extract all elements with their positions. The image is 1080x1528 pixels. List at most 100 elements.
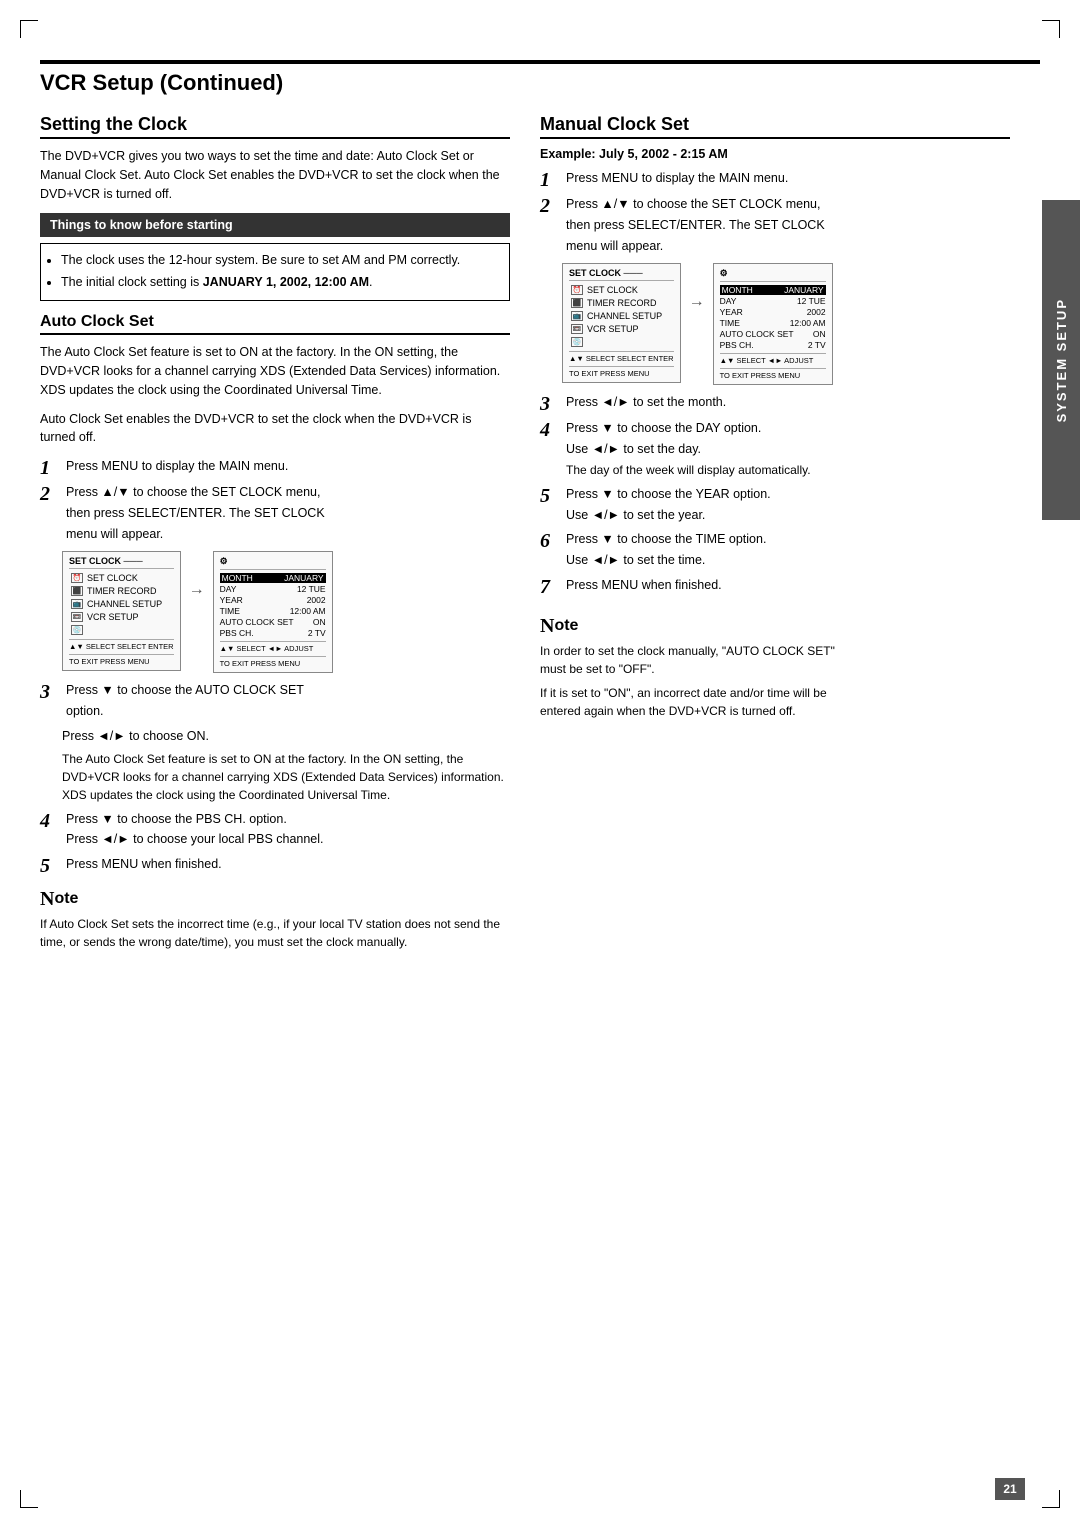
main-header: VCR Setup (Continued) xyxy=(40,60,1040,96)
auto-clock-step2: 2 Press ▲/▼ to choose the SET CLOCK menu… xyxy=(40,483,510,545)
manual-step4-note: The day of the week will display automat… xyxy=(566,461,1010,479)
manual-step4-text: Press ▼ to choose the DAY option. Use ◄/… xyxy=(566,419,1010,481)
step3b: Press ◄/► to choose ON. xyxy=(62,727,510,746)
manual-sf2: TO EXIT PRESS MENU xyxy=(720,371,801,380)
manual-step-num-4: 4 xyxy=(540,419,562,441)
manual-step-num-7: 7 xyxy=(540,576,562,598)
manual-clock-menu-screenshot: SET CLOCK ─── ⏰ SET CLOCK ⬛ TIMER RECORD… xyxy=(562,263,1010,385)
menu-item-4: 💿 xyxy=(69,624,174,636)
menu-label-0: SET CLOCK xyxy=(87,573,138,583)
manual-settings-value-3: 12:00 AM xyxy=(790,318,826,328)
manual-menu-item-0: ⏰ SET CLOCK xyxy=(569,284,674,296)
corner-mark-tr xyxy=(1042,20,1060,38)
menu-label-1: TIMER RECORD xyxy=(87,586,157,596)
auto-clock-step1: 1 Press MENU to display the MAIN menu. xyxy=(40,457,510,479)
menu-label-3: VCR SETUP xyxy=(87,612,139,622)
manual-step5: 5 Press ▼ to choose the YEAR option. Use… xyxy=(540,485,1010,527)
step4-line2: Press ◄/► to choose your local PBS chann… xyxy=(66,830,510,849)
settings-value-0: JANUARY xyxy=(284,573,324,583)
settings-label-5: PBS CH. xyxy=(220,628,254,638)
menu-item-1: ⬛ TIMER RECORD xyxy=(69,585,174,597)
step2-line3: menu will appear. xyxy=(66,525,510,544)
manual-step1: 1 Press MENU to display the MAIN menu. xyxy=(540,169,1010,191)
example-line: Example: July 5, 2002 - 2:15 AM xyxy=(540,147,1010,161)
menu-item-0: ⏰ SET CLOCK xyxy=(69,572,174,584)
manual-step3-text: Press ◄/► to set the month. xyxy=(566,393,1010,414)
settings-row-1: DAY 12 TUE xyxy=(220,584,326,594)
step5-text: Press MENU when finished. xyxy=(66,855,510,876)
corner-mark-br xyxy=(1042,1490,1060,1508)
manual-settings-box: ⚙ MONTH JANUARY DAY 12 TUE YEAR 2002 T xyxy=(713,263,833,385)
manual-step-num-2: 2 xyxy=(540,195,562,217)
manual-step3-line: Press ◄/► to set the month. xyxy=(566,393,1010,412)
menu-footer1: ▲▼ SELECT SELECT ENTER xyxy=(69,642,174,651)
note-title: Note xyxy=(40,887,510,911)
corner-mark-tl xyxy=(20,20,38,38)
manual-menu-icon-dvd: 💿 xyxy=(571,337,583,347)
settings-label-4: AUTO CLOCK SET xyxy=(220,617,294,627)
manual-step2-text: Press ▲/▼ to choose the SET CLOCK menu, … xyxy=(566,195,1010,257)
page-number: 21 xyxy=(995,1478,1025,1500)
step4-line1: Press ▼ to choose the PBS CH. option. xyxy=(66,810,510,829)
manual-step7: 7 Press MENU when finished. xyxy=(540,576,1010,598)
note-label: ote xyxy=(54,887,78,911)
menu-label-2: CHANNEL SETUP xyxy=(87,599,162,609)
manual-menu-label-1: TIMER RECORD xyxy=(587,298,657,308)
manual-step6-line2: Use ◄/► to set the time. xyxy=(566,551,1010,570)
step3-text: Press ▼ to choose the AUTO CLOCK SET opt… xyxy=(66,681,510,723)
auto-clock-menu-screenshot: SET CLOCK ─── ⏰ SET CLOCK ⬛ TIMER RECORD… xyxy=(62,551,510,673)
manual-step7-line: Press MENU when finished. xyxy=(566,576,1010,595)
settings-title: ⚙ xyxy=(220,556,326,570)
manual-sf1: ▲▼ SELECT ◄► ADJUST xyxy=(720,356,814,365)
auto-clock-menu-footer: ▲▼ SELECT SELECT ENTER xyxy=(69,639,174,651)
manual-step3: 3 Press ◄/► to set the month. xyxy=(540,393,1010,415)
manual-clock-note: Note In order to set the clock manually,… xyxy=(540,614,1010,720)
manual-step6-line1: Press ▼ to choose the TIME option. xyxy=(566,530,1010,549)
manual-step2-line3: menu will appear. xyxy=(566,237,1010,256)
step5-line: Press MENU when finished. xyxy=(66,855,510,874)
manual-settings-label-1: DAY xyxy=(720,296,737,306)
manual-note-text1: In order to set the clock manually, "AUT… xyxy=(540,644,835,658)
auto-clock-title: Auto Clock Set xyxy=(40,313,510,335)
auto-clock-step5: 5 Press MENU when finished. xyxy=(40,855,510,877)
auto-clock-settings-box: ⚙ MONTH JANUARY DAY 12 TUE YEAR 2002 xyxy=(213,551,333,673)
settings-value-4: ON xyxy=(313,617,326,627)
manual-step4-line1: Press ▼ to choose the DAY option. xyxy=(566,419,1010,438)
manual-settings-title: ⚙ xyxy=(720,268,826,282)
setting-clock-title: Setting the Clock xyxy=(40,114,510,139)
manual-step6-text: Press ▼ to choose the TIME option. Use ◄… xyxy=(566,530,1010,572)
manual-menu-icon-vcr: 📼 xyxy=(571,324,583,334)
menu-box-title: SET CLOCK ─── xyxy=(69,556,174,569)
menu-arrow-left: → xyxy=(189,581,205,599)
settings-row-0: MONTH JANUARY xyxy=(220,573,326,583)
manual-step5-line2: Use ◄/► to set the year. xyxy=(566,506,1010,525)
menu-item-2: 📺 CHANNEL SETUP xyxy=(69,598,174,610)
manual-note-line2: must be set to "OFF". xyxy=(540,660,1010,678)
manual-menu-icon-ch: 📺 xyxy=(571,311,583,321)
things-to-know-header: Things to know before starting xyxy=(40,213,510,237)
manual-step-num-1: 1 xyxy=(540,169,562,191)
manual-settings-label-3: TIME xyxy=(720,318,740,328)
right-column: Manual Clock Set Example: July 5, 2002 -… xyxy=(540,114,1010,951)
settings-label-3: TIME xyxy=(220,606,240,616)
manual-step2: 2 Press ▲/▼ to choose the SET CLOCK menu… xyxy=(540,195,1010,257)
manual-menu-footer2: TO EXIT PRESS MENU xyxy=(569,366,674,378)
manual-menu-box-title: SET CLOCK ─── xyxy=(569,268,674,281)
manual-menu-label-0: SET CLOCK xyxy=(587,285,638,295)
settings-footer2: TO EXIT PRESS MENU xyxy=(220,656,326,668)
menu-icon-clock: ⏰ xyxy=(71,573,83,583)
settings-value-2: 2002 xyxy=(307,595,326,605)
left-column: Setting the Clock The DVD+VCR gives you … xyxy=(40,114,510,951)
manual-step-num-6: 6 xyxy=(540,530,562,552)
manual-settings-label-4: AUTO CLOCK SET xyxy=(720,329,794,339)
step2-line1: Press ▲/▼ to choose the SET CLOCK menu, xyxy=(66,483,510,502)
manual-menu-label-2: CHANNEL SETUP xyxy=(587,311,662,321)
manual-note-line3: If it is set to "ON", an incorrect date … xyxy=(540,684,1010,702)
settings-row-4: AUTO CLOCK SET ON xyxy=(220,617,326,627)
auto-clock-intro: The Auto Clock Set feature is set to ON … xyxy=(40,343,510,399)
manual-menu-footer1: ▲▼ SELECT SELECT ENTER xyxy=(569,351,674,363)
setting-clock-intro: The DVD+VCR gives you two ways to set th… xyxy=(40,147,510,203)
manual-step7-text: Press MENU when finished. xyxy=(566,576,1010,597)
manual-menu-item-2: 📺 CHANNEL SETUP xyxy=(569,310,674,322)
step1-line: Press MENU to display the MAIN menu. xyxy=(66,457,510,476)
